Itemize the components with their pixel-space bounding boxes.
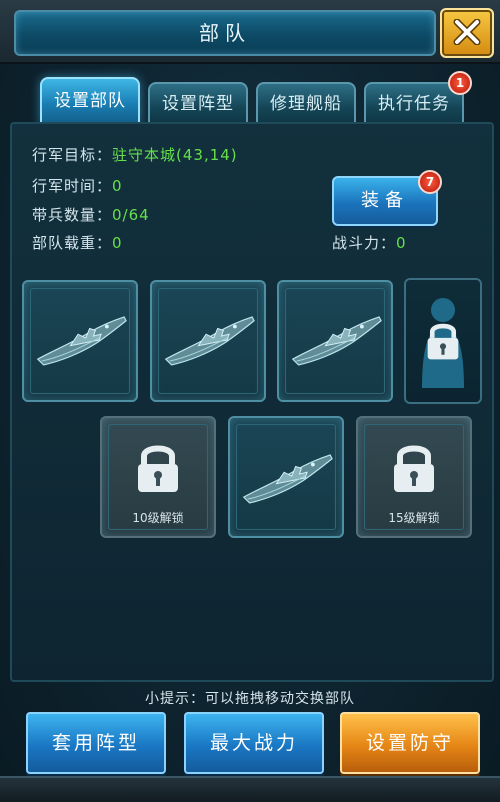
locked-slot-level-10[interactable]: 10级解锁 xyxy=(100,416,216,538)
apply-formation-label: 套用阵型 xyxy=(51,732,140,754)
power-row: 战斗力：0 xyxy=(332,232,407,253)
close-x-icon xyxy=(453,19,481,45)
troops-value: 0/64 xyxy=(112,206,150,224)
tab-set-formation[interactable]: 设置阵型 xyxy=(148,82,248,124)
max-power-label: 最大战力 xyxy=(209,732,298,754)
lock-icon xyxy=(420,318,466,364)
title-bar: 部队 xyxy=(0,0,500,64)
power-label: 战斗力： xyxy=(332,234,397,252)
ship-slot-5[interactable] xyxy=(228,416,344,538)
troops-row: 带兵数量：0/64 xyxy=(32,204,150,225)
battleship-icon xyxy=(287,304,383,374)
march-target-row: 行军目标：驻守本城(43,14) xyxy=(32,144,238,165)
march-target-value: 驻守本城(43,14) xyxy=(112,146,238,164)
unlock-level-label: 15级解锁 xyxy=(388,511,440,525)
battleship-icon xyxy=(238,442,334,512)
power-value: 0 xyxy=(396,234,407,252)
locked-slot-level-15[interactable]: 15级解锁 xyxy=(356,416,472,538)
unlock-level-label: 10级解锁 xyxy=(132,511,184,525)
march-time-label: 行军时间： xyxy=(32,177,113,195)
title-plate: 部队 xyxy=(14,10,436,56)
tab-set-troops[interactable]: 设置部队 xyxy=(40,77,140,124)
battleship-icon xyxy=(160,304,256,374)
max-power-button[interactable]: 最大战力 xyxy=(184,712,324,774)
ship-slot-1[interactable] xyxy=(22,280,138,402)
march-time-value: 0 xyxy=(112,177,123,195)
troops-label: 带兵数量： xyxy=(32,206,113,224)
mission-badge: 1 xyxy=(448,71,472,95)
apply-formation-button[interactable]: 套用阵型 xyxy=(26,712,166,774)
load-label: 部队载重： xyxy=(32,234,113,252)
battleship-icon xyxy=(32,304,128,374)
drag-hint: 小提示：可以拖拽移动交换部队 xyxy=(145,691,355,707)
march-time-row: 行军时间：0 xyxy=(32,175,123,196)
ship-slot-3[interactable] xyxy=(277,280,393,402)
equip-button-label: 装备 xyxy=(361,190,409,211)
load-row: 部队载重：0 xyxy=(32,232,123,253)
tab-label: 设置阵型 xyxy=(162,94,234,114)
set-defense-label: 设置防守 xyxy=(365,732,454,754)
window-title: 部队 xyxy=(199,21,251,45)
tab-label: 执行任务 xyxy=(378,94,450,114)
lock-icon xyxy=(128,438,188,498)
tab-repair-ships[interactable]: 修理舰船 xyxy=(256,82,356,124)
tab-label: 设置部队 xyxy=(54,91,126,111)
ship-slot-2[interactable] xyxy=(150,280,266,402)
commander-slot-locked[interactable] xyxy=(404,278,482,404)
equip-badge: 7 xyxy=(418,170,442,194)
march-target-label: 行军目标： xyxy=(32,146,113,164)
close-button[interactable] xyxy=(440,8,494,58)
bottom-frame xyxy=(0,776,500,802)
set-defense-button[interactable]: 设置防守 xyxy=(340,712,480,774)
tab-label: 修理舰船 xyxy=(270,94,342,114)
lock-icon xyxy=(384,438,444,498)
load-value: 0 xyxy=(112,234,123,252)
